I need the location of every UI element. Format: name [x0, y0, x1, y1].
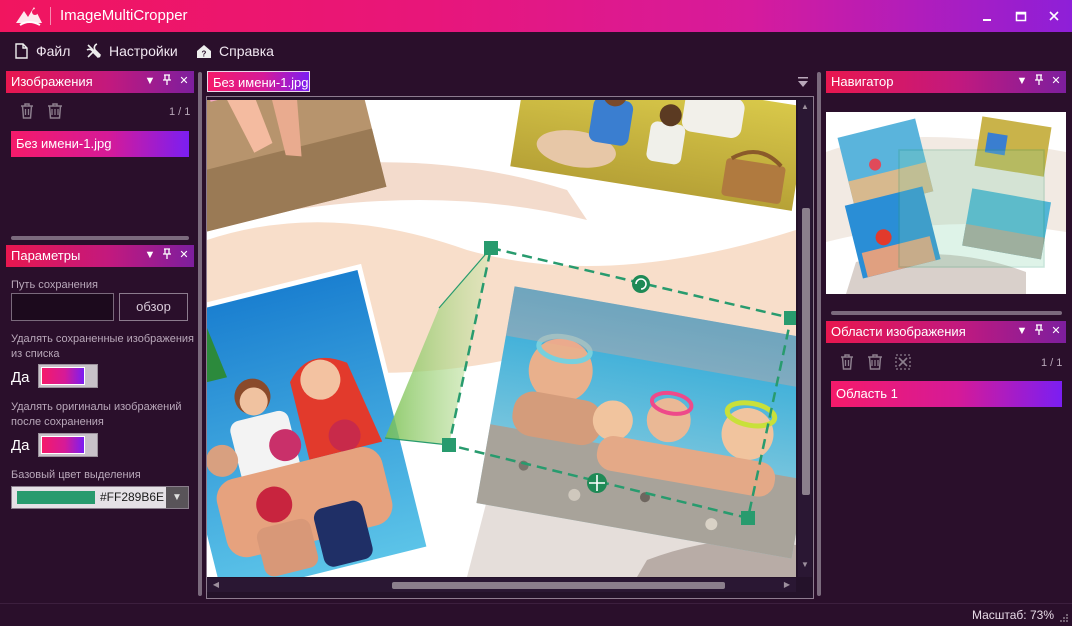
panel-menu-icon[interactable]: ▼ [143, 248, 157, 262]
navigator-preview[interactable] [826, 112, 1066, 294]
color-code: #FF289B6E [100, 490, 165, 504]
app-title: ImageMultiCropper [60, 7, 188, 24]
navigator-panel-title: Навигатор [831, 74, 894, 89]
image-canvas[interactable] [207, 100, 796, 577]
panel-menu-icon[interactable]: ▼ [1015, 324, 1029, 338]
close-icon[interactable]: ✕ [177, 74, 191, 88]
collage-image [207, 100, 796, 577]
trash-icon[interactable] [838, 353, 856, 371]
save-path-input[interactable] [11, 293, 114, 321]
remove-originals-toggle[interactable] [38, 433, 98, 457]
pin-icon[interactable] [160, 74, 174, 88]
remove-saved-label-line-1: Удалять сохраненные изображения [11, 333, 195, 345]
chevron-down-icon[interactable]: ▼ [166, 487, 188, 508]
pin-icon[interactable] [1032, 324, 1046, 338]
document-tab[interactable]: Без имени-1.jpg [207, 71, 310, 92]
regions-counter: 1 / 1 [1041, 357, 1063, 369]
images-panel-title: Изображения [11, 74, 93, 89]
zoom-level: Масштаб: 73% [971, 608, 1054, 622]
menu-file-label: Файл [36, 43, 71, 59]
left-splitter[interactable] [198, 72, 202, 596]
browse-button[interactable]: обзор [119, 293, 188, 321]
toggle-knob [41, 436, 85, 454]
menu-settings[interactable]: Настройки [85, 41, 178, 61]
remove-saved-value: Да [11, 369, 30, 386]
remove-originals-label-line-2: после сохранения [11, 416, 104, 428]
close-icon[interactable]: ✕ [1049, 74, 1063, 88]
menu-settings-label: Настройки [109, 43, 178, 59]
remove-saved-label: Удалять сохраненные изображения из списк… [11, 332, 194, 362]
save-path-label: Путь сохранения [11, 279, 98, 291]
vertical-scroll-thumb[interactable] [802, 208, 810, 495]
menu-bar: Файл Настройки ? Справка [0, 32, 1072, 68]
scroll-down-icon[interactable]: ▼ [800, 560, 810, 570]
panel-splitter[interactable] [831, 311, 1062, 315]
list-item[interactable]: Без имени-1.jpg [11, 131, 189, 157]
svg-text:?: ? [202, 50, 207, 59]
document-menu-icon[interactable] [797, 76, 809, 88]
remove-saved-label-line-2: из списка [11, 348, 60, 360]
menu-help-label: Справка [219, 43, 274, 59]
base-color-label: Базовый цвет выделения [11, 469, 141, 481]
scroll-up-icon[interactable]: ▲ [800, 102, 810, 112]
base-color-select[interactable]: #FF289B6E ▼ [11, 486, 189, 509]
maximize-icon[interactable] [1013, 8, 1029, 24]
tools-icon [86, 43, 102, 59]
title-bar: ImageMultiCropper [0, 0, 1072, 32]
menu-file[interactable]: Файл [12, 41, 70, 61]
minimize-icon[interactable] [979, 8, 995, 24]
regions-panel-header: Области изображения ▼ ✕ [826, 321, 1066, 343]
close-icon[interactable]: ✕ [177, 248, 191, 262]
title-separator [50, 7, 51, 25]
pin-icon[interactable] [1032, 74, 1046, 88]
app-logo-icon [16, 7, 42, 26]
horizontal-scroll-thumb[interactable] [392, 582, 725, 589]
trash-all-icon[interactable] [46, 102, 64, 120]
right-splitter[interactable] [817, 72, 821, 596]
panel-menu-icon[interactable]: ▼ [143, 74, 157, 88]
navigator-panel-header: Навигатор ▼ ✕ [826, 71, 1066, 93]
images-counter: 1 / 1 [169, 106, 191, 118]
resize-grip-icon[interactable] [1059, 613, 1069, 623]
status-bar: Масштаб: 73% [0, 603, 1072, 626]
params-panel-title: Параметры [11, 248, 81, 263]
toggle-knob [41, 367, 85, 385]
panel-menu-icon[interactable]: ▼ [1015, 74, 1029, 88]
help-house-icon: ? [197, 45, 211, 59]
pin-icon[interactable] [160, 248, 174, 262]
panel-splitter[interactable] [11, 236, 189, 240]
color-swatch [17, 491, 95, 504]
remove-originals-label-line-1: Удалять оригиналы изображений [11, 401, 182, 413]
trash-all-icon[interactable] [866, 353, 884, 371]
regions-panel-title: Области изображения [831, 324, 966, 339]
close-icon[interactable] [1046, 8, 1062, 24]
scroll-right-icon[interactable]: ▶ [782, 580, 792, 590]
remove-originals-value: Да [11, 437, 30, 454]
file-icon [15, 43, 28, 59]
remove-saved-toggle[interactable] [38, 364, 98, 388]
deselect-icon[interactable] [894, 353, 912, 371]
images-panel-header: Изображения ▼ ✕ [6, 71, 194, 93]
params-panel-header: Параметры ▼ ✕ [6, 245, 194, 267]
remove-originals-label: Удалять оригиналы изображений после сохр… [11, 400, 182, 430]
trash-icon[interactable] [18, 102, 36, 120]
scroll-left-icon[interactable]: ◀ [211, 580, 221, 590]
list-item[interactable]: Область 1 [831, 381, 1062, 407]
navigator-thumbnail [826, 116, 1066, 294]
close-icon[interactable]: ✕ [1049, 324, 1063, 338]
menu-help[interactable]: ? Справка [195, 41, 274, 61]
